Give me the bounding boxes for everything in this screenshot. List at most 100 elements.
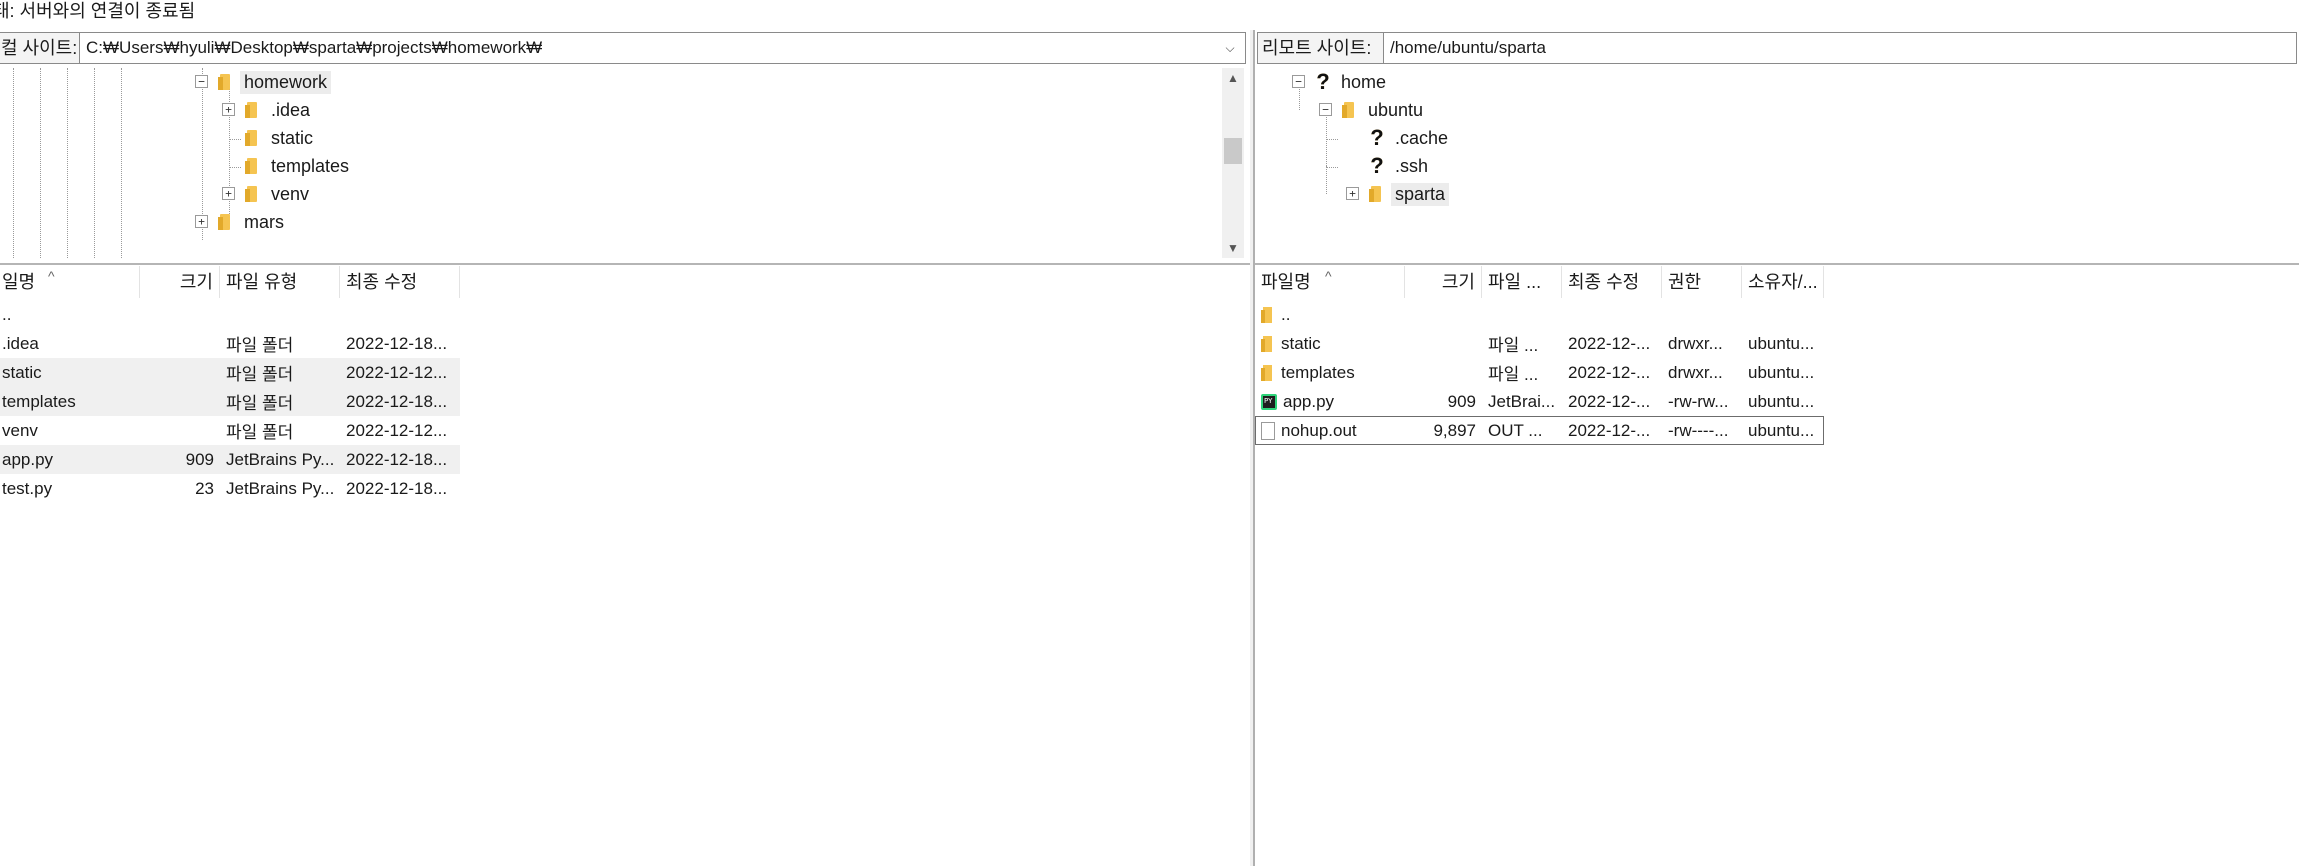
- table-row[interactable]: .idea 파일 폴더 2022-12-18...: [0, 329, 460, 358]
- scroll-thumb[interactable]: [1224, 138, 1242, 164]
- tree-item-label: homework: [240, 70, 332, 94]
- expand-plus-icon[interactable]: +: [195, 215, 208, 228]
- scroll-down-icon[interactable]: ▼: [1222, 238, 1244, 258]
- folder-icon: [218, 213, 234, 231]
- folder-icon: [1261, 364, 1275, 382]
- table-row[interactable]: templates 파일 ... 2022-12-... drwxr... ub…: [1255, 358, 1824, 387]
- tree-item-ubuntu[interactable]: ubuntu: [1342, 96, 1427, 124]
- tree-item-idea[interactable]: .idea: [245, 96, 314, 124]
- collapse-minus-icon[interactable]: −: [1319, 103, 1332, 116]
- pane-separator[interactable]: [0, 263, 1250, 265]
- folder-icon: [245, 185, 261, 203]
- tree-guide: [229, 139, 241, 140]
- collapse-minus-icon[interactable]: −: [195, 75, 208, 88]
- table-row[interactable]: static 파일 ... 2022-12-... drwxr... ubunt…: [1255, 329, 1824, 358]
- tree-guide: [67, 68, 68, 258]
- column-header-modified[interactable]: 최종 수정: [1562, 266, 1662, 298]
- remote-path-bar: 리모트 사이트: /home/ubuntu/sparta: [1257, 32, 2297, 64]
- remote-column-headers: 파일명 ^ 크기 파일 ... 최종 수정 권한 소유자/...: [1255, 266, 1824, 298]
- table-row[interactable]: templates 파일 폴더 2022-12-18...: [0, 387, 460, 416]
- tree-guide: [1326, 139, 1338, 140]
- expand-plus-icon[interactable]: +: [222, 187, 235, 200]
- table-row[interactable]: nohup.out 9,897 OUT ... 2022-12-... -rw-…: [1255, 416, 1824, 445]
- remote-path-text: /home/ubuntu/sparta: [1390, 38, 1546, 57]
- status-line: 태: 서버와의 연결이 종료됨: [0, 0, 2299, 26]
- sort-ascending-icon: ^: [48, 268, 55, 284]
- column-header-size[interactable]: 크기: [140, 266, 220, 298]
- column-header-size[interactable]: 크기: [1405, 266, 1482, 298]
- tree-item-label: sparta: [1391, 182, 1450, 206]
- tree-item-cache[interactable]: .cache: [1369, 124, 1452, 152]
- status-text: 태: 서버와의 연결이 종료됨: [0, 1, 196, 21]
- tree-guide: [1326, 167, 1338, 168]
- pycharm-file-icon: [1261, 394, 1277, 411]
- tree-item-sparta[interactable]: sparta: [1369, 180, 1450, 208]
- tree-item-label: .ssh: [1395, 155, 1429, 176]
- column-header-modified[interactable]: 최종 수정: [340, 266, 460, 298]
- table-row[interactable]: ..: [1255, 300, 1824, 329]
- expand-plus-icon[interactable]: +: [222, 103, 235, 116]
- table-row[interactable]: ..: [0, 300, 460, 329]
- folder-icon: [218, 73, 234, 91]
- folder-icon: [1369, 185, 1385, 203]
- folder-icon: [1342, 101, 1358, 119]
- column-header-type[interactable]: 파일 ...: [1482, 266, 1562, 298]
- tree-guide: [94, 68, 95, 258]
- local-site-pane: 컬 사이트: C:₩Users₩hyuli₩Desktop₩sparta₩pro…: [0, 30, 1250, 866]
- folder-icon: [1261, 306, 1275, 324]
- expand-plus-icon[interactable]: +: [1346, 187, 1359, 200]
- local-column-headers: 일명 ^ 크기 파일 유형 최종 수정: [0, 266, 460, 298]
- local-site-label: 컬 사이트:: [0, 32, 80, 64]
- table-row[interactable]: venv 파일 폴더 2022-12-12...: [0, 416, 460, 445]
- scroll-up-icon[interactable]: ▲: [1222, 68, 1244, 88]
- tree-item-label: static: [271, 127, 314, 148]
- column-header-permissions[interactable]: 권한: [1662, 266, 1742, 298]
- table-row[interactable]: test.py 23 JetBrains Py... 2022-12-18...: [0, 474, 460, 503]
- tree-item-label: venv: [271, 183, 310, 204]
- tree-item-label: .cache: [1395, 127, 1449, 148]
- column-header-filename[interactable]: 일명 ^: [0, 266, 140, 298]
- column-header-filename[interactable]: 파일명 ^: [1255, 266, 1405, 298]
- chevron-down-icon[interactable]: ⌵: [1221, 33, 1239, 63]
- folder-icon: [245, 157, 261, 175]
- tree-item-templates[interactable]: templates: [245, 152, 353, 180]
- question-mark-icon: [1369, 127, 1385, 149]
- local-path-text: C:₩Users₩hyuli₩Desktop₩sparta₩projects₩h…: [86, 38, 543, 57]
- collapse-minus-icon[interactable]: −: [1292, 75, 1305, 88]
- tree-guide: [13, 68, 14, 258]
- remote-path-input[interactable]: /home/ubuntu/sparta: [1384, 32, 2297, 64]
- remote-site-label: 리모트 사이트:: [1257, 32, 1384, 64]
- tree-item-label: home: [1341, 71, 1387, 92]
- column-header-type[interactable]: 파일 유형: [220, 266, 340, 298]
- tree-guide: [121, 68, 122, 258]
- pane-separator[interactable]: [1255, 263, 2299, 265]
- question-mark-icon: [1315, 71, 1331, 93]
- tree-item-label: .idea: [271, 99, 311, 120]
- column-header-owner[interactable]: 소유자/...: [1742, 266, 1824, 298]
- table-row[interactable]: app.py 909 JetBrains Py... 2022-12-18...: [0, 445, 460, 474]
- tree-guide: [1326, 166, 1327, 194]
- folder-icon: [245, 101, 261, 119]
- local-path-input[interactable]: C:₩Users₩hyuli₩Desktop₩sparta₩projects₩h…: [80, 32, 1246, 64]
- table-row[interactable]: static 파일 폴더 2022-12-12...: [0, 358, 460, 387]
- tree-guide: [1326, 110, 1327, 166]
- tree-item-mars[interactable]: mars: [218, 208, 288, 236]
- remote-file-list: .. static 파일 ... 2022-12-... drwxr... ub…: [1255, 300, 1824, 445]
- local-directory-tree: − homework + .idea static templates + ve…: [0, 68, 1222, 258]
- tree-guide: [40, 68, 41, 258]
- remote-site-pane: 리모트 사이트: /home/ubuntu/sparta − home − ub…: [1253, 30, 2299, 866]
- tree-item-label: templates: [271, 155, 350, 176]
- tree-item-static[interactable]: static: [245, 124, 317, 152]
- file-icon: [1261, 422, 1275, 441]
- table-row[interactable]: app.py 909 JetBrai... 2022-12-... -rw-rw…: [1255, 387, 1824, 416]
- tree-item-homework[interactable]: homework: [218, 68, 332, 96]
- tree-item-home[interactable]: home: [1315, 68, 1390, 96]
- tree-item-label: mars: [244, 211, 284, 232]
- folder-icon: [245, 129, 261, 147]
- tree-item-venv[interactable]: venv: [245, 180, 313, 208]
- question-mark-icon: [1369, 155, 1385, 177]
- remote-directory-tree: − home − ubuntu .cache .ssh + sparta: [1255, 68, 2299, 258]
- local-tree-scrollbar[interactable]: ▲ ▼: [1222, 68, 1244, 258]
- tree-guide: [229, 167, 241, 168]
- tree-item-ssh[interactable]: .ssh: [1369, 152, 1432, 180]
